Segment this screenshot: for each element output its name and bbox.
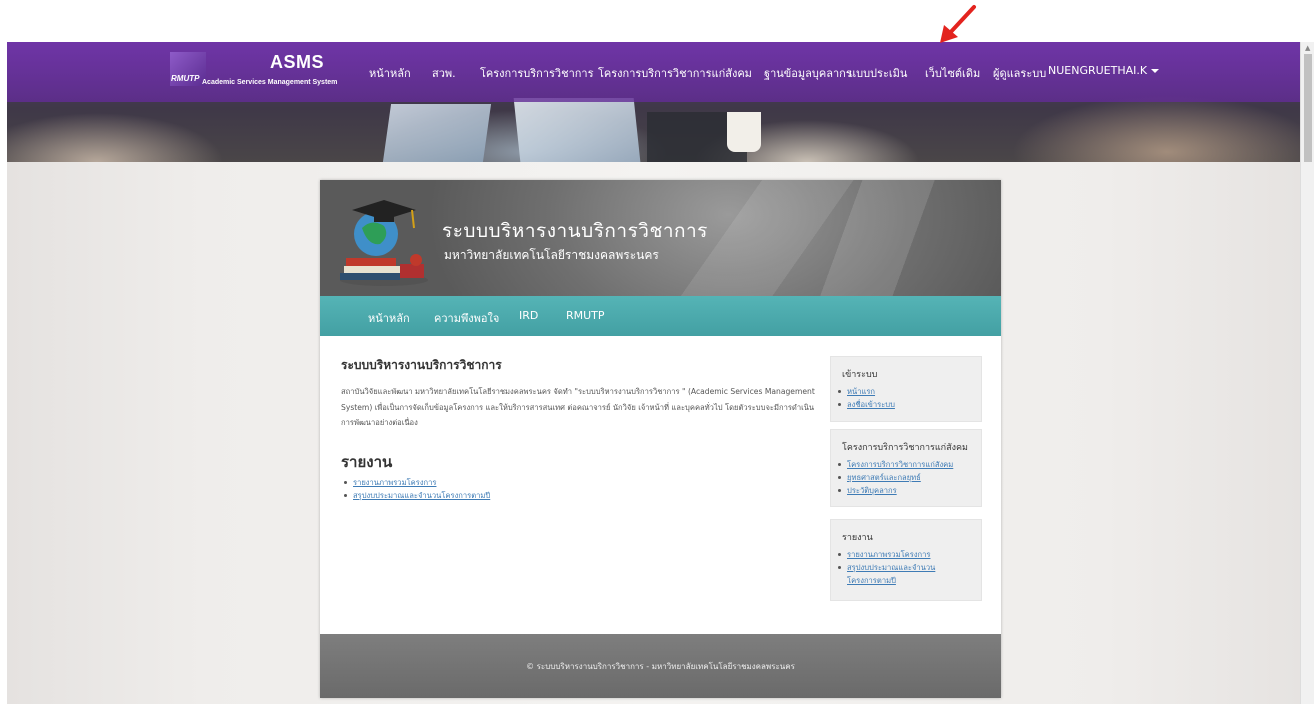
reports-box-title: รายงาน	[842, 533, 873, 543]
report-overview-link[interactable]: รายงานภาพรวมโครงการ	[847, 550, 930, 559]
report-overview-link[interactable]: รายงานภาพรวมโครงการ	[353, 478, 436, 487]
content-area: ระบบบริหารงานบริการวิชาการ สถาบันวิจัยแล…	[320, 336, 1001, 634]
nav-academic-services[interactable]: โครงการบริการวิชาการ	[480, 64, 594, 82]
budget-summary-link[interactable]: สรุปงบประมาณและจำนวนโครงการตามปี	[847, 563, 935, 585]
nav-admin[interactable]: ผู้ดูแลระบบ	[993, 64, 1046, 82]
nav-home[interactable]: หน้าหลัก	[369, 64, 411, 82]
vertical-scrollbar[interactable]: ▲	[1300, 42, 1314, 704]
footer-copyright: © ระบบบริหารงานบริการวิชาการ - มหาวิทยาล…	[526, 662, 795, 671]
app-brand-subtitle: Academic Services Management System	[202, 79, 338, 86]
projects-box-title: โครงการบริการวิชาการแก่สังคม	[842, 443, 968, 453]
nav-ird[interactable]: สวพ.	[432, 64, 456, 82]
scroll-up-icon[interactable]: ▲	[1305, 44, 1310, 52]
site-nav-satisfaction[interactable]: ความพึงพอใจ	[434, 309, 499, 327]
login-link-list: หน้าแรก ลงชื่อเข้าระบบ	[835, 385, 895, 411]
social-projects-link[interactable]: โครงการบริการวิชาการแก่สังคม	[847, 460, 953, 469]
list-item: หน้าแรก	[835, 385, 895, 398]
content-description: สถาบันวิจัยและพัฒนา มหาวิทยาลัยเทคโนโลยี…	[341, 387, 815, 427]
site-footer: © ระบบบริหารงานบริการวิชาการ - มหาวิทยาล…	[320, 634, 1001, 698]
reports-link-list: รายงานภาพรวมโครงการ สรุปงบประมาณและจำนวน…	[835, 548, 965, 587]
list-item: ยุทธศาสตร์และกลยุทธ์	[835, 471, 953, 484]
list-item: สรุปงบประมาณและจำนวนโครงการตามปี	[341, 489, 490, 502]
personnel-history-link[interactable]: ประวัติบุคลากร	[847, 486, 897, 495]
user-name: NUENGRUETHAI.K	[1048, 64, 1148, 77]
list-item: โครงการบริการวิชาการแก่สังคม	[835, 458, 953, 471]
graduation-books-globe-icon	[340, 200, 428, 286]
nav-old-website[interactable]: เว็บไซต์เดิม	[925, 64, 980, 82]
site-header: ระบบบริหารงานบริการวิชาการ มหาวิทยาลัยเท…	[320, 180, 1001, 296]
site-title: ระบบบริหารงานบริการวิชาการ	[442, 220, 708, 242]
strategy-link[interactable]: ยุทธศาสตร์และกลยุทธ์	[847, 473, 921, 482]
report-heading: รายงาน	[341, 453, 393, 471]
site-nav-rmutp[interactable]: RMUTP	[566, 309, 605, 322]
projects-link-list: โครงการบริการวิชาการแก่สังคม ยุทธศาสตร์แ…	[835, 458, 953, 497]
budget-summary-link[interactable]: สรุปงบประมาณและจำนวนโครงการตามปี	[353, 491, 490, 500]
laptop-illustration	[513, 98, 641, 162]
reports-box: รายงาน รายงานภาพรวมโครงการ สรุปงบประมาณแ…	[830, 519, 982, 601]
cup-illustration	[727, 112, 761, 152]
projects-box: โครงการบริการวิชาการแก่สังคม โครงการบริก…	[830, 429, 982, 507]
laptop-illustration	[382, 104, 492, 162]
top-navigation: หน้าหลัก สวพ. โครงการบริการวิชาการ โครงก…	[0, 64, 1314, 80]
content-title: ระบบบริหารงานบริการวิชาการ	[341, 358, 502, 372]
login-box-title: เข้าระบบ	[842, 370, 878, 380]
list-item: รายงานภาพรวมโครงการ	[341, 476, 490, 489]
red-arrow-annotation-icon	[940, 5, 976, 43]
site-navigation: หน้าหลัก ความพึงพอใจ IRD RMUTP	[320, 296, 1001, 336]
list-item: รายงานภาพรวมโครงการ	[835, 548, 965, 561]
list-item: ประวัติบุคลากร	[835, 484, 953, 497]
chevron-down-icon	[1151, 69, 1160, 73]
site-subtitle: มหาวิทยาลัยเทคโนโลยีราชมงคลพระนคร	[444, 248, 659, 262]
nav-personnel-database[interactable]: ฐานข้อมูลบุคลากร	[764, 64, 852, 82]
report-link-list: รายงานภาพรวมโครงการ สรุปงบประมาณและจำนวน…	[341, 476, 490, 502]
site-nav-home[interactable]: หน้าหลัก	[368, 309, 410, 327]
nav-evaluation[interactable]: แบบประเมิน	[849, 64, 907, 82]
home-link[interactable]: หน้าแรก	[847, 387, 875, 396]
site-nav-ird[interactable]: IRD	[519, 309, 538, 322]
login-box: เข้าระบบ หน้าแรก ลงชื่อเข้าระบบ	[830, 356, 982, 422]
sign-in-link[interactable]: ลงชื่อเข้าระบบ	[847, 400, 895, 409]
list-item: ลงชื่อเข้าระบบ	[835, 398, 895, 411]
main-card: ระบบบริหารงานบริการวิชาการ มหาวิทยาลัยเท…	[320, 180, 1001, 698]
nav-user-menu[interactable]: NUENGRUETHAI.K	[1048, 64, 1160, 77]
list-item: สรุปงบประมาณและจำนวนโครงการตามปี	[835, 561, 965, 587]
nav-social-services[interactable]: โครงการบริการวิชาการแก่สังคม	[598, 64, 752, 82]
